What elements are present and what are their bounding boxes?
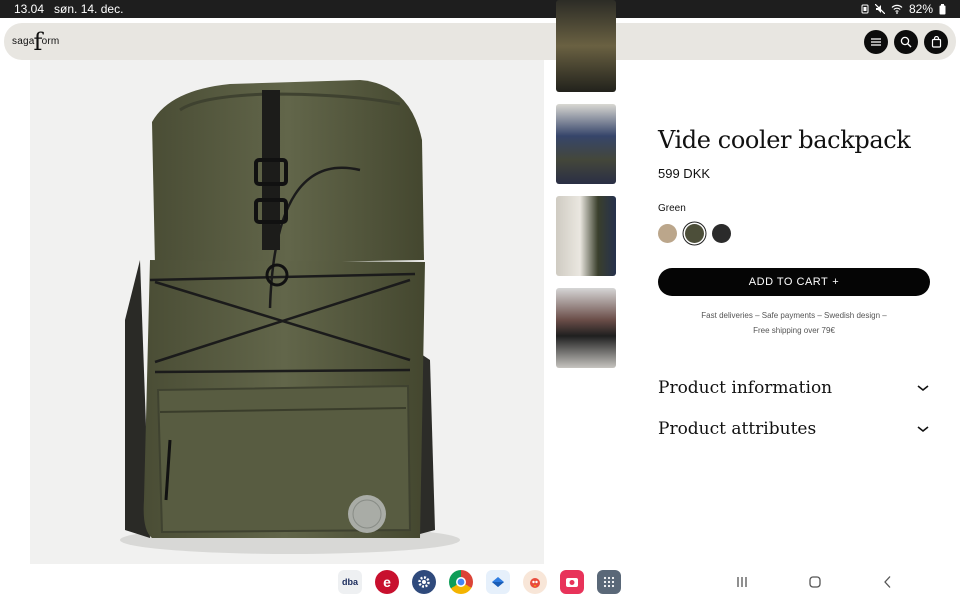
shopping-bag-icon [931,35,941,48]
thumbnail-1[interactable] [556,0,616,92]
hamburger-icon [871,37,881,46]
backpack-illustration [120,80,460,554]
thumbnail-2[interactable] [556,104,616,184]
swatch-green[interactable] [685,224,704,243]
camera-app-icon[interactable] [560,570,584,594]
cart-button[interactable] [924,29,948,54]
battery-icon [939,3,946,14]
status-time: 13.04 [14,2,45,16]
e-app-icon[interactable]: e [375,570,399,594]
thumbnail-3[interactable] [556,196,616,276]
product-price: 599 DKK [658,166,711,181]
back-icon [884,576,891,588]
mute-icon [874,4,885,14]
color-swatches [658,224,731,243]
product-main-image[interactable] [30,60,544,564]
search-icon [900,36,912,47]
swatch-sand[interactable] [658,224,677,243]
search-button[interactable] [894,29,918,54]
plus-icon: + [832,276,840,288]
mail-icon[interactable] [486,570,510,594]
back-button[interactable] [880,574,896,590]
chrome-icon[interactable] [449,570,473,594]
shipping-info: Fast deliveries – Safe payments – Swedis… [658,308,930,338]
add-to-cart-button[interactable]: ADD TO CART + [658,268,930,296]
thumbnail-4[interactable] [556,288,616,368]
accordion-label: Product information [658,378,833,398]
add-to-cart-label: ADD TO CART [748,276,829,288]
shipping-info-line-2: Free shipping over 79€ [753,326,835,335]
logo-text-right: orm [41,36,60,47]
product-title: Vide cooler backpack [658,126,911,154]
accordion-label: Product attributes [658,419,817,439]
accordion-product-attributes[interactable]: Product attributes [658,419,930,439]
color-label: Green [658,203,686,214]
home-icon [809,576,821,588]
recents-button[interactable] [734,574,750,590]
recents-icon [737,577,747,587]
status-bar: 13.04 søn. 14. dec. 82% [0,0,960,18]
shipping-info-line-1: Fast deliveries – Safe payments – Swedis… [701,311,887,320]
chevron-down-icon [917,426,929,433]
settings-icon[interactable] [412,570,436,594]
sagaform-logo[interactable]: saga f orm [12,30,59,54]
accordion-product-information[interactable]: Product information [658,378,930,398]
menu-button[interactable] [864,29,888,54]
apps-grid-icon[interactable] [597,570,621,594]
wifi-icon [891,4,903,14]
dba-app-icon[interactable]: dba [338,570,362,594]
site-header: saga f orm [4,23,956,60]
swatch-black[interactable] [712,224,731,243]
battery-percent: 82% [908,2,933,16]
status-date: søn. 14. dec. [54,2,124,16]
battery-saver-icon [861,4,869,14]
chevron-down-icon [917,385,929,392]
bird-game-icon[interactable] [523,570,547,594]
logo-text-left: saga [12,36,35,47]
home-button[interactable] [807,574,823,590]
